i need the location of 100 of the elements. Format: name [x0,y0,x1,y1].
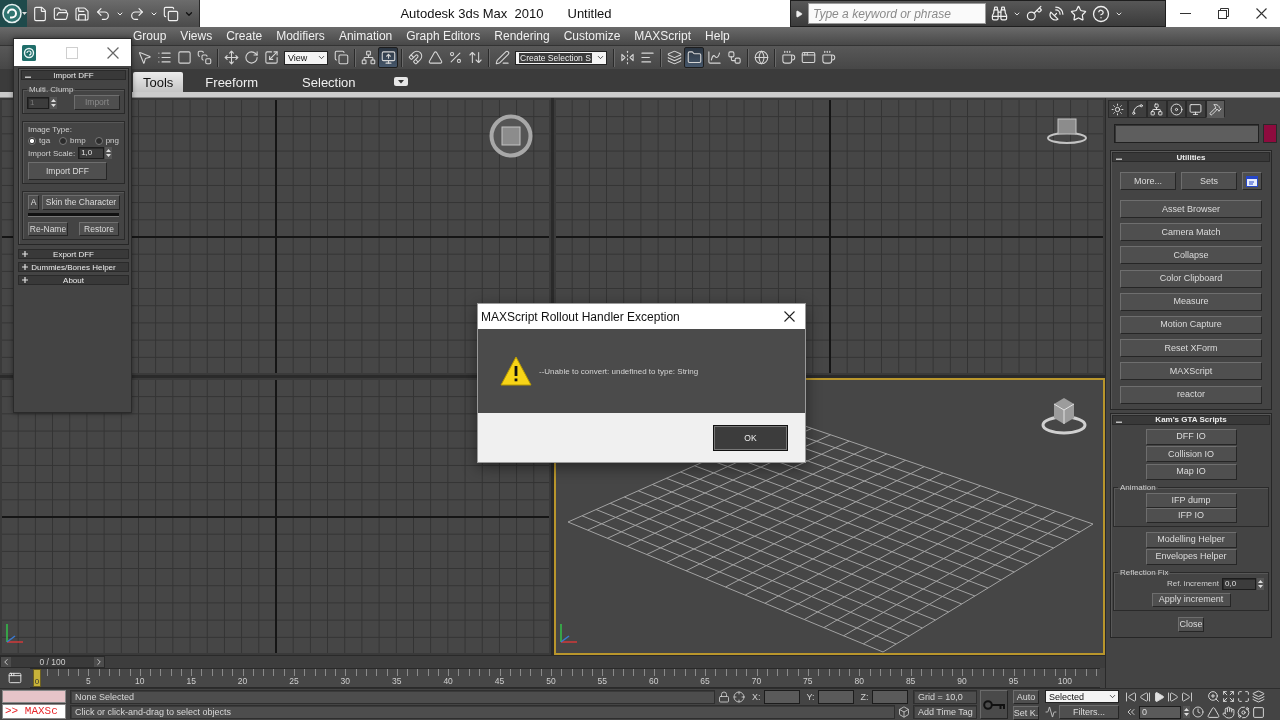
spinner-arrows-icon[interactable] [50,96,57,109]
selection-set-dropdown[interactable]: Create Selection S [515,50,607,65]
ribbon-menu-icon[interactable] [393,77,408,86]
listener-input[interactable] [2,690,66,703]
go-to-start-icon[interactable] [1125,690,1137,703]
panel-tab[interactable] [1205,100,1225,118]
time-slider-thumb[interactable]: 0 / 100 [0,656,105,668]
zoom-icon[interactable] [1207,690,1220,704]
clock-icon[interactable] [1192,706,1204,719]
panel-button[interactable]: Sets [1181,172,1237,190]
utility-button[interactable]: reactor [1120,385,1262,404]
spinner-arrows-icon[interactable] [105,147,113,159]
square-icon[interactable] [1252,705,1265,719]
utility-button[interactable]: Asset Browser [1120,200,1262,218]
chevron-left-icon[interactable] [1,657,11,667]
script-button[interactable]: DFF IO [1145,428,1237,445]
set-key-mode-button[interactable]: Set K. [1013,706,1039,720]
app-logo[interactable] [0,0,27,27]
star-icon[interactable] [1070,5,1087,22]
frame-field[interactable]: 0 [1139,705,1181,719]
undo-icon[interactable] [95,5,111,22]
spinner-arrows-icon[interactable] [1257,577,1264,590]
radio-button[interactable] [28,136,36,145]
time-marker[interactable]: 0 [33,669,41,687]
chevron-right-icon[interactable] [94,657,104,667]
view-dropdown[interactable]: View [284,50,328,65]
filters-button[interactable]: Filters... [1059,705,1119,719]
set-key-button[interactable] [980,690,1008,719]
utility-button[interactable]: Reset XForm [1120,339,1262,358]
restore-button[interactable]: Restore [79,222,119,236]
ribbon-tab[interactable]: Freeform [183,72,281,92]
panel-tab[interactable] [1147,100,1167,118]
a-button[interactable]: A [28,195,39,210]
close-button[interactable]: Close [1178,616,1204,632]
menu-item[interactable]: Animation [331,27,400,45]
satellite-dish-icon[interactable] [1048,5,1065,22]
menu-item[interactable]: Views [173,27,220,45]
utility-button[interactable]: Camera Match [1120,223,1262,242]
color-swatch-icon[interactable] [1263,124,1277,143]
panel-tab[interactable] [1127,100,1147,118]
time-tag-field[interactable]: Add Time Tag [913,705,977,719]
rollout-header[interactable]: About [18,275,129,285]
rollout-header[interactable]: Dummies/Bones Helper [18,262,129,272]
play-icon[interactable] [1153,690,1165,703]
crosshair-icon[interactable] [733,691,745,703]
listener-output[interactable]: >> MAXSc [2,704,66,719]
menu-item[interactable]: Rendering [487,27,557,45]
coordinate-field[interactable] [871,690,908,704]
script-button[interactable]: Map IO [1145,463,1237,480]
binoculars-icon[interactable] [991,5,1008,22]
triangle-icon[interactable] [1207,705,1220,719]
rollout-header[interactable]: Utilities [1112,152,1270,162]
wave-icon[interactable] [1045,706,1057,718]
menu-item[interactable]: Create [219,27,270,45]
toolbar-button[interactable] [378,47,398,68]
skin-button[interactable]: Skin the Character [42,195,120,210]
panel-tab[interactable] [1108,100,1128,118]
file-icon[interactable] [32,5,48,22]
apply-button[interactable]: Apply increment [1151,592,1231,607]
utility-button[interactable]: Motion Capture [1120,315,1262,334]
utility-button[interactable]: Measure [1120,292,1262,311]
next-frame-icon[interactable] [1167,690,1179,703]
save-icon[interactable] [74,5,90,22]
copy-icon[interactable] [163,5,179,22]
utility-button[interactable]: MAXScript [1120,362,1262,381]
script-button[interactable]: IFP dump [1145,492,1237,508]
menu-item[interactable]: Help [698,27,737,45]
spinner-arrows-icon[interactable] [1183,706,1190,719]
rollout-header[interactable]: Export DFF [18,249,129,259]
spinner-field[interactable]: 0,0 [1222,577,1256,590]
ribbon-tab[interactable]: Selection [280,72,378,92]
menu-item[interactable]: MAXScript [627,27,699,45]
utility-button[interactable]: Color Clipboard [1120,269,1262,288]
help-icon[interactable] [1092,4,1110,23]
folder-open-icon[interactable] [53,5,69,22]
rename-button[interactable]: Re-Name [28,222,68,236]
pan-icon[interactable] [1222,705,1235,719]
name-field[interactable] [1114,124,1259,143]
rollout-header[interactable]: Import DFF [21,70,126,80]
time-slider-track[interactable]: 0 / 100 [0,655,1105,668]
script-button[interactable]: Collision IO [1145,446,1237,462]
coordinate-field[interactable] [763,690,800,704]
view-cube-icon[interactable] [489,114,533,158]
panel-tab[interactable] [1166,100,1186,118]
script-button[interactable]: Envelopes Helper [1145,548,1237,565]
viewport[interactable] [0,378,551,655]
menu-item[interactable]: Customize [556,27,628,45]
import-dff-button[interactable]: Import DFF [28,162,107,180]
expand-icon[interactable] [1222,690,1235,704]
radio-button[interactable] [59,136,68,145]
coordinate-field[interactable] [817,690,854,704]
utility-button[interactable]: Collapse [1120,246,1262,265]
menu-item[interactable]: Group [126,27,174,45]
go-to-end-icon[interactable] [1181,690,1193,703]
cube-icon[interactable] [898,706,910,718]
script-button[interactable]: Modelling Helper [1145,531,1237,548]
ok-button[interactable]: OK [713,424,788,451]
previous-frame-icon[interactable] [1139,690,1151,703]
orbit-icon[interactable] [1237,705,1250,719]
ribbon-tab[interactable]: Tools [133,72,184,92]
